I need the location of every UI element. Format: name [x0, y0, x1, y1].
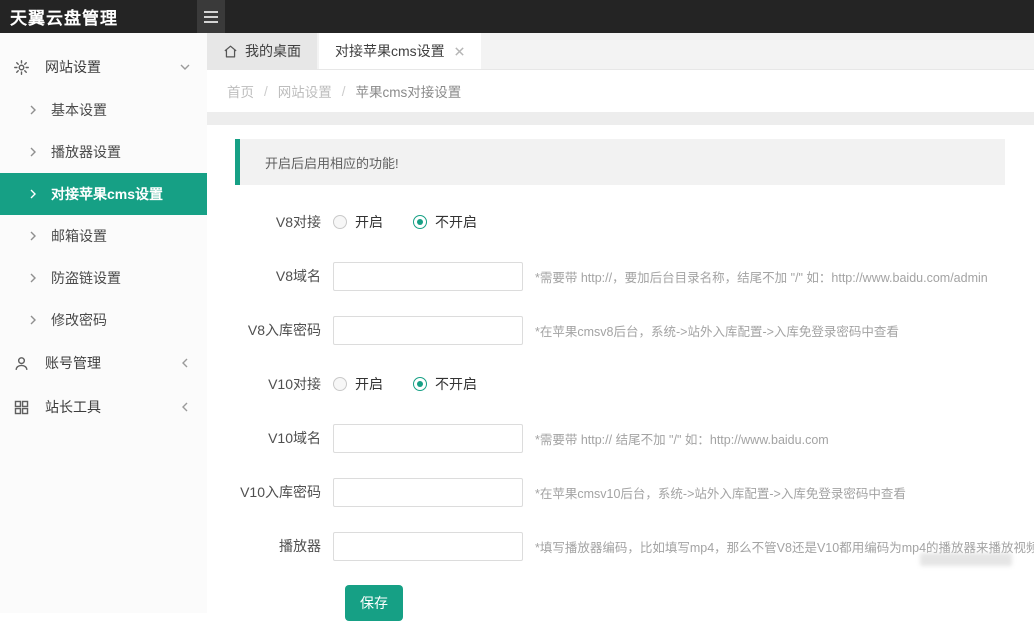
field-label: V10域名	[235, 428, 333, 448]
chevron-left-icon	[179, 401, 191, 413]
form-row-V10域名: V10域名 *需要带 http:// 结尾不加 "/" 如：http://www.…	[235, 423, 1014, 453]
user-icon	[13, 355, 30, 372]
radio-option-V8对接-不开启[interactable]: 不开启	[413, 212, 477, 232]
settings-form: V8对接开启不开启V8域名*需要带 http://，要加后台目录名称，结尾不加 …	[235, 207, 1014, 561]
form-row-V8入库密码: V8入库密码 *在苹果cmsv8后台，系统->站外入库配置->入库免登录密码中查看	[235, 315, 1014, 345]
arrow-right-icon	[28, 231, 38, 241]
text-input-播放器[interactable]	[333, 532, 523, 561]
field-label: V8对接	[235, 212, 333, 232]
text-input-V10入库密码[interactable]	[333, 478, 523, 507]
form-row-V8域名: V8域名 *需要带 http://，要加后台目录名称，结尾不加 "/" 如：htt…	[235, 261, 1014, 291]
breadcrumb-separator: /	[264, 84, 268, 99]
chevron-left-icon	[179, 357, 191, 369]
breadcrumb: 首页 / 网站设置 / 苹果cms对接设置	[207, 70, 1034, 112]
text-input-V10域名[interactable]	[333, 424, 523, 453]
sidebar-item-3[interactable]: 邮箱设置	[0, 215, 207, 257]
gear-icon	[13, 59, 30, 76]
text-input-V8域名[interactable]	[333, 262, 523, 291]
form-row-V8对接: V8对接 开启 不开启	[235, 207, 1014, 237]
field-label: V10对接	[235, 374, 333, 394]
sidebar-group-label: 网站设置	[45, 57, 179, 77]
topbar: 天翼云盘管理	[0, 0, 1034, 33]
sidebar-group-label: 账号管理	[45, 353, 179, 373]
radio-option-V10对接-开启[interactable]: 开启	[333, 374, 383, 394]
tab-bar: 我的桌面 对接苹果cms设置	[207, 33, 1034, 70]
watermark-smudge	[920, 553, 1012, 566]
breadcrumb-item-0[interactable]: 首页	[227, 81, 254, 101]
sidebar-item-label: 播放器设置	[51, 142, 121, 162]
save-button[interactable]: 保存	[345, 585, 403, 621]
field-label: 播放器	[235, 536, 333, 556]
radio-label: 开启	[355, 374, 383, 394]
field-hint: *需要带 http://，要加后台目录名称，结尾不加 "/" 如：http://…	[535, 267, 988, 286]
alert-text: 开启后启用相应的功能!	[265, 153, 399, 172]
field-label: V8域名	[235, 266, 333, 286]
sidebar: 网站设置 基本设置播放器设置对接苹果cms设置邮箱设置防盗链设置修改密码 账号管…	[0, 33, 207, 613]
radio-unchecked-icon	[333, 215, 347, 229]
arrow-right-icon	[28, 189, 38, 199]
sidebar-item-1[interactable]: 播放器设置	[0, 131, 207, 173]
divider	[207, 112, 1034, 125]
hamburger-icon	[204, 11, 218, 13]
app-title: 天翼云盘管理	[0, 4, 197, 29]
text-input-V8入库密码[interactable]	[333, 316, 523, 345]
field-hint: *在苹果cmsv10后台，系统->站外入库配置->入库免登录密码中查看	[535, 483, 906, 502]
arrow-right-icon	[28, 273, 38, 283]
field-label: V8入库密码	[235, 320, 333, 340]
form-row-播放器: 播放器*填写播放器编码，比如填写mp4，那么不管V8还是V10都用编码为mp4的…	[235, 531, 1014, 561]
sidebar-item-label: 邮箱设置	[51, 226, 107, 246]
tab-label: 对接苹果cms设置	[335, 41, 445, 61]
grid-icon	[13, 399, 30, 416]
arrow-right-icon	[28, 315, 38, 325]
close-icon[interactable]	[454, 46, 465, 57]
arrow-right-icon	[28, 147, 38, 157]
sidebar-group-account[interactable]: 账号管理	[0, 341, 207, 385]
radio-label: 开启	[355, 212, 383, 232]
home-icon	[223, 44, 238, 59]
main-content: 我的桌面 对接苹果cms设置 首页 / 网站设置 / 苹果cms对接设置 开启后启用相应的…	[207, 33, 1034, 613]
sidebar-item-0[interactable]: 基本设置	[0, 89, 207, 131]
field-hint: *需要带 http:// 结尾不加 "/" 如：http://www.baidu…	[535, 429, 829, 448]
radio-checked-icon	[413, 377, 427, 391]
settings-panel: 开启后启用相应的功能! V8对接开启不开启V8域名*需要带 http://，要加…	[207, 125, 1034, 621]
radio-checked-icon	[413, 215, 427, 229]
chevron-down-icon	[179, 61, 191, 73]
tab-1[interactable]: 对接苹果cms设置	[319, 33, 481, 69]
sidebar-item-label: 防盗链设置	[51, 268, 121, 288]
radio-label: 不开启	[435, 374, 477, 394]
sidebar-item-label: 对接苹果cms设置	[51, 184, 163, 204]
sidebar-item-5[interactable]: 修改密码	[0, 299, 207, 341]
radio-option-V10对接-不开启[interactable]: 不开启	[413, 374, 477, 394]
radio-label: 不开启	[435, 212, 477, 232]
sidebar-group-tools[interactable]: 站长工具	[0, 385, 207, 429]
breadcrumb-separator: /	[342, 84, 346, 99]
radio-unchecked-icon	[333, 377, 347, 391]
field-label: V10入库密码	[235, 482, 333, 502]
sidebar-group-label: 站长工具	[45, 397, 179, 417]
sidebar-toggle-button[interactable]	[197, 0, 225, 33]
sidebar-item-4[interactable]: 防盗链设置	[0, 257, 207, 299]
tab-label: 我的桌面	[245, 41, 301, 61]
form-row-V10对接: V10对接 开启 不开启	[235, 369, 1014, 399]
sidebar-item-label: 修改密码	[51, 310, 107, 330]
sidebar-items: 基本设置播放器设置对接苹果cms设置邮箱设置防盗链设置修改密码	[0, 89, 207, 341]
field-hint: *在苹果cmsv8后台，系统->站外入库配置->入库免登录密码中查看	[535, 321, 899, 340]
arrow-right-icon	[28, 105, 38, 115]
save-row: 保存	[345, 585, 1014, 621]
breadcrumb-item-1[interactable]: 网站设置	[278, 81, 332, 101]
radio-option-V8对接-开启[interactable]: 开启	[333, 212, 383, 232]
sidebar-item-label: 基本设置	[51, 100, 107, 120]
sidebar-item-2[interactable]: 对接苹果cms设置	[0, 173, 207, 215]
breadcrumb-item-2: 苹果cms对接设置	[356, 81, 462, 101]
tab-0[interactable]: 我的桌面	[207, 33, 317, 69]
sidebar-group-site-settings[interactable]: 网站设置	[0, 45, 207, 89]
alert-banner: 开启后启用相应的功能!	[235, 139, 1005, 185]
form-row-V10入库密码: V10入库密码 *在苹果cmsv10后台，系统->站外入库配置->入库免登录密码中…	[235, 477, 1014, 507]
